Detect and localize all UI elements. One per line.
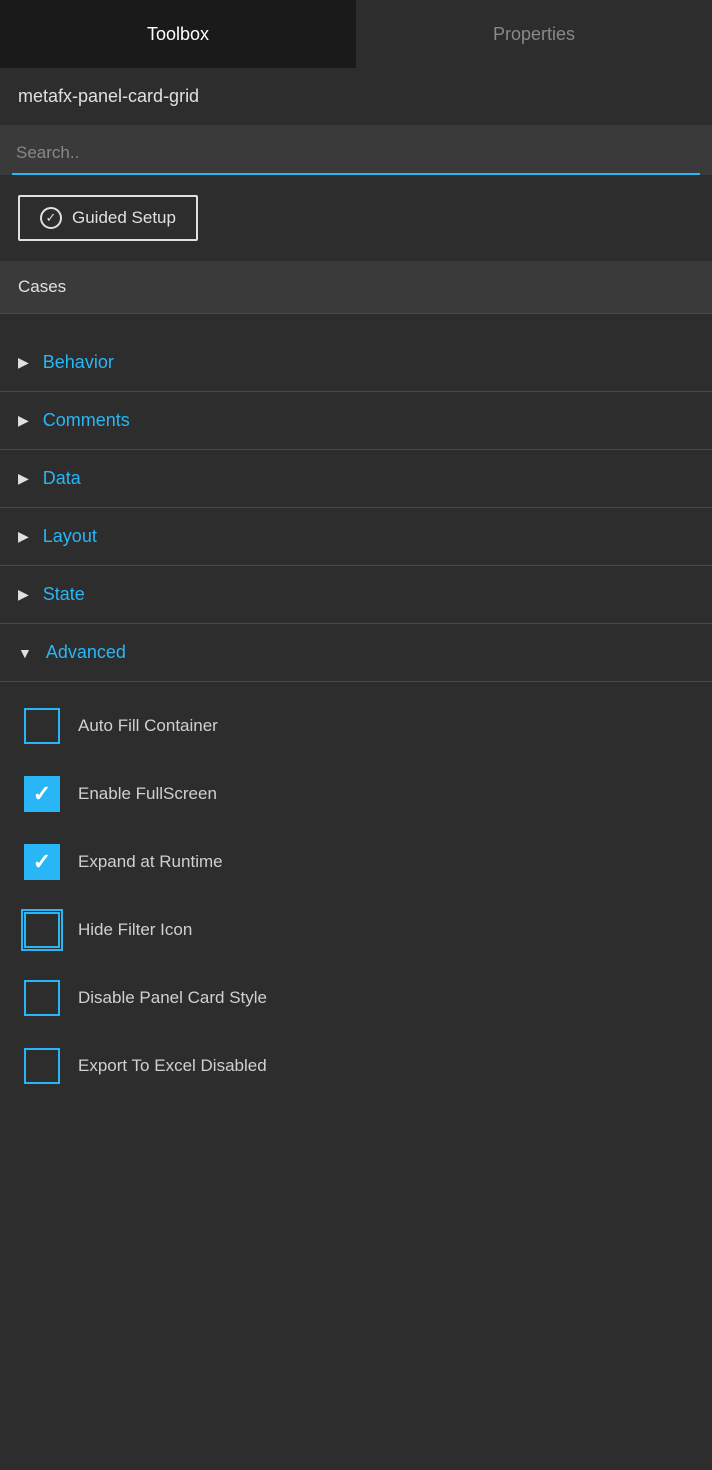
accordion-header-state[interactable]: ▶ State [0, 566, 712, 623]
cases-section: Cases [0, 261, 712, 314]
checkbox-enable-fullscreen[interactable]: ✓ [24, 776, 60, 812]
component-name: metafx-panel-card-grid [0, 68, 712, 125]
checkbox-item-expand-at-runtime[interactable]: ✓ Expand at Runtime [0, 828, 712, 896]
guided-setup-button[interactable]: ✓ Guided Setup [18, 195, 198, 241]
accordion-item-data: ▶ Data [0, 450, 712, 508]
checkbox-label-enable-fullscreen: Enable FullScreen [78, 784, 217, 804]
chevron-right-icon-state: ▶ [18, 586, 29, 603]
check-circle-icon: ✓ [40, 207, 62, 229]
section-label-advanced: Advanced [46, 642, 126, 663]
guided-setup-container: ✓ Guided Setup [0, 175, 712, 261]
accordion-item-layout: ▶ Layout [0, 508, 712, 566]
chevron-right-icon-comments: ▶ [18, 412, 29, 429]
checkmark-icon: ✓ [33, 851, 51, 873]
checkbox-label-auto-fill-container: Auto Fill Container [78, 716, 218, 736]
accordion-item-behavior: ▶ Behavior [0, 334, 712, 392]
checkbox-label-export-to-excel-disabled: Export To Excel Disabled [78, 1056, 267, 1076]
accordion-header-behavior[interactable]: ▶ Behavior [0, 334, 712, 391]
accordion-header-comments[interactable]: ▶ Comments [0, 392, 712, 449]
spacer-1 [0, 314, 712, 334]
checkbox-item-hide-filter-icon[interactable]: Hide Filter Icon [0, 896, 712, 964]
advanced-section: ▼ Advanced Auto Fill Container ✓ Enable … [0, 624, 712, 1110]
checkbox-expand-at-runtime[interactable]: ✓ [24, 844, 60, 880]
chevron-right-icon-layout: ▶ [18, 528, 29, 545]
checkmark-icon: ✓ [33, 783, 51, 805]
accordion-item-comments: ▶ Comments [0, 392, 712, 450]
chevron-right-icon-behavior: ▶ [18, 354, 29, 371]
accordion-item-state: ▶ State [0, 566, 712, 624]
checkbox-disable-panel-card-style[interactable] [24, 980, 60, 1016]
section-label-data: Data [43, 468, 81, 489]
checkbox-hide-filter-icon[interactable] [24, 912, 60, 948]
chevron-down-icon-advanced: ▼ [18, 645, 32, 661]
advanced-checkbox-list: Auto Fill Container ✓ Enable FullScreen … [0, 682, 712, 1110]
tab-toolbox[interactable]: Toolbox [0, 0, 356, 68]
checkbox-auto-fill-container[interactable] [24, 708, 60, 744]
search-container [0, 125, 712, 175]
checkbox-export-to-excel-disabled[interactable] [24, 1048, 60, 1084]
checkbox-label-expand-at-runtime: Expand at Runtime [78, 852, 223, 872]
accordion-header-layout[interactable]: ▶ Layout [0, 508, 712, 565]
checkbox-item-auto-fill-container[interactable]: Auto Fill Container [0, 692, 712, 760]
header-tabs: Toolbox Properties [0, 0, 712, 68]
checkbox-label-disable-panel-card-style: Disable Panel Card Style [78, 988, 267, 1008]
checkbox-item-enable-fullscreen[interactable]: ✓ Enable FullScreen [0, 760, 712, 828]
section-label-behavior: Behavior [43, 352, 114, 373]
checkbox-item-export-to-excel-disabled[interactable]: Export To Excel Disabled [0, 1032, 712, 1100]
checkbox-item-disable-panel-card-style[interactable]: Disable Panel Card Style [0, 964, 712, 1032]
checkbox-label-hide-filter-icon: Hide Filter Icon [78, 920, 192, 940]
section-label-comments: Comments [43, 410, 130, 431]
accordion-header-data[interactable]: ▶ Data [0, 450, 712, 507]
tab-properties[interactable]: Properties [356, 0, 712, 68]
advanced-header[interactable]: ▼ Advanced [0, 624, 712, 682]
search-input[interactable] [12, 133, 700, 175]
section-label-state: State [43, 584, 85, 605]
chevron-right-icon-data: ▶ [18, 470, 29, 487]
section-label-layout: Layout [43, 526, 97, 547]
